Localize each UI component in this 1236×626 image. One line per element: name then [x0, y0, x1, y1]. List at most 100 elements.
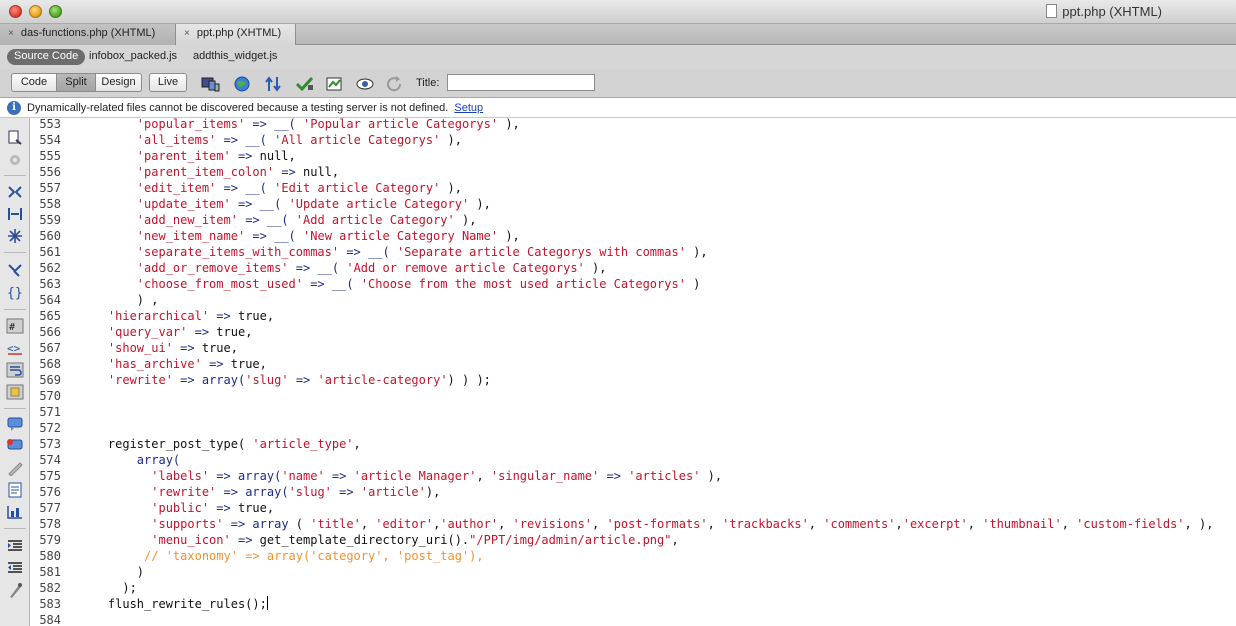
line-number: 571: [39, 405, 61, 419]
toolbar-divider: [4, 408, 26, 409]
source-code-button[interactable]: Source Code: [7, 49, 86, 65]
string-token: 'Separate article Categorys with commas': [396, 245, 686, 259]
code-line[interactable]: 'all_items' => __( 'All article Category…: [79, 132, 462, 148]
code-line[interactable]: // 'taxonomy' => array('category', 'post…: [79, 548, 484, 564]
keyword-token: =>: [209, 357, 224, 371]
zoom-window-button[interactable]: [49, 5, 62, 18]
browser-preview-icon[interactable]: [233, 75, 253, 93]
related-file-addthis[interactable]: addthis_widget.js: [193, 50, 277, 62]
move-css-icon[interactable]: [6, 504, 24, 520]
check-page-icon[interactable]: [295, 75, 315, 93]
string-token: 'Add article Category': [295, 213, 455, 227]
select-parent-tag-icon[interactable]: [6, 261, 24, 277]
code-line[interactable]: ): [79, 564, 144, 580]
code-editor[interactable]: 'popular_items' => __( 'Popular article …: [67, 118, 1236, 626]
word-wrap-icon[interactable]: [6, 362, 24, 378]
remove-comment-icon[interactable]: [6, 438, 24, 454]
keyword-token: __(: [317, 261, 340, 275]
string-token: 'excerpt': [902, 517, 968, 531]
code-line[interactable]: 'labels' => array('name' => 'article Man…: [79, 468, 722, 484]
code-line[interactable]: ) ,: [79, 292, 159, 308]
design-view-button[interactable]: Design: [95, 73, 142, 92]
expand-all-icon[interactable]: [6, 228, 24, 244]
syntax-coloring-icon[interactable]: [6, 384, 24, 400]
string-token: 'singular_name': [490, 469, 600, 483]
tab-ppt[interactable]: × ppt.php (XHTML): [176, 24, 296, 45]
line-numbers-icon[interactable]: #: [6, 318, 24, 334]
code-line[interactable]: 'hierarchical' => true,: [79, 308, 274, 324]
tab-das-functions[interactable]: × das-functions.php (XHTML): [0, 24, 176, 45]
code-line[interactable]: 'choose_from_most_used' => __( 'Choose f…: [79, 276, 701, 292]
apply-comment-icon[interactable]: [6, 416, 24, 432]
code-line[interactable]: 'parent_item_colon' => null,: [79, 164, 339, 180]
setup-link[interactable]: Setup: [454, 102, 483, 114]
indent-code-icon[interactable]: [6, 538, 24, 554]
code-line[interactable]: register_post_type( 'article_type',: [79, 436, 361, 452]
split-view-button[interactable]: Split: [56, 73, 96, 92]
code-line[interactable]: 'popular_items' => __( 'Popular article …: [79, 118, 520, 132]
minimize-window-button[interactable]: [29, 5, 42, 18]
code-line[interactable]: 'rewrite' => array('slug' => 'article-ca…: [79, 372, 491, 388]
line-number: 576: [39, 485, 61, 499]
code-line[interactable]: 'supports' => array ( 'title', 'editor',…: [79, 516, 1213, 532]
open-documents-icon[interactable]: [6, 130, 24, 146]
format-source-code-icon[interactable]: [6, 582, 24, 598]
keyword-token: =>: [606, 469, 621, 483]
close-window-button[interactable]: [9, 5, 22, 18]
keyword-token: __(: [368, 245, 390, 259]
recent-snippets-icon[interactable]: [6, 482, 24, 498]
refresh-icon[interactable]: [385, 75, 405, 93]
code-line[interactable]: 'public' => true,: [79, 500, 274, 516]
string-token: 'Popular article Categorys': [303, 118, 499, 131]
code-line[interactable]: flush_rewrite_rules();: [79, 596, 268, 612]
title-input[interactable]: [447, 74, 595, 91]
related-file-infobox[interactable]: infobox_packed.js: [89, 50, 177, 62]
code-line[interactable]: 'has_archive' => true,: [79, 356, 267, 372]
code-line[interactable]: 'show_ui' => true,: [79, 340, 238, 356]
code-line[interactable]: 'new_item_name' => __( 'New article Cate…: [79, 228, 520, 244]
string-token: 'slug': [288, 485, 332, 499]
code-line[interactable]: 'add_or_remove_items' => __( 'Add or rem…: [79, 260, 607, 276]
string-token: 'New article Category Name': [303, 229, 499, 243]
code-line[interactable]: 'separate_items_with_commas' => __( 'Sep…: [79, 244, 708, 260]
code-view-button[interactable]: Code: [11, 73, 57, 92]
highlight-invalid-code-icon[interactable]: <>: [6, 340, 24, 356]
toolbar-divider: [4, 309, 26, 310]
code-line[interactable]: 'update_item' => __( 'Update article Cat…: [79, 196, 491, 212]
collapse-selection-icon[interactable]: [6, 206, 24, 222]
show-code-navigator-icon[interactable]: [6, 152, 24, 168]
balance-braces-icon[interactable]: {}: [6, 284, 24, 300]
code-line[interactable]: 'query_var' => true,: [79, 324, 253, 340]
tab-close-icon[interactable]: ×: [184, 28, 190, 39]
code-line[interactable]: array(: [79, 452, 180, 468]
keyword-token: =>: [216, 469, 231, 483]
live-view-options-icon[interactable]: [356, 75, 376, 93]
live-view-button[interactable]: Live: [149, 73, 187, 92]
code-line[interactable]: 'menu_icon' => get_template_directory_ur…: [79, 532, 678, 548]
code-line[interactable]: );: [79, 580, 136, 596]
code-line[interactable]: 'edit_item' => __( 'Edit article Categor…: [79, 180, 462, 196]
code-line[interactable]: 'add_new_item' => __( 'Add article Categ…: [79, 212, 477, 228]
file-management-icon[interactable]: [264, 75, 284, 93]
multiscreen-icon[interactable]: [201, 75, 221, 93]
keyword-token: =>: [252, 118, 267, 131]
code-line[interactable]: 'rewrite' => array('slug' => 'article'),: [79, 484, 440, 500]
string-token: 'rewrite': [151, 485, 217, 499]
code-line[interactable]: 'parent_item' => null,: [79, 148, 296, 164]
string-token: 'article Manager': [353, 469, 477, 483]
code-token: ),: [440, 133, 462, 147]
collapse-full-tag-icon[interactable]: [6, 184, 24, 200]
string-token: 'custom-fields': [1076, 517, 1185, 531]
tab-close-icon[interactable]: ×: [8, 28, 14, 39]
string-token: 'comments': [823, 517, 896, 531]
outdent-code-icon[interactable]: [6, 560, 24, 576]
visual-aids-icon[interactable]: [325, 75, 345, 93]
line-number: 580: [39, 549, 61, 563]
wrap-tag-icon[interactable]: [6, 460, 24, 476]
